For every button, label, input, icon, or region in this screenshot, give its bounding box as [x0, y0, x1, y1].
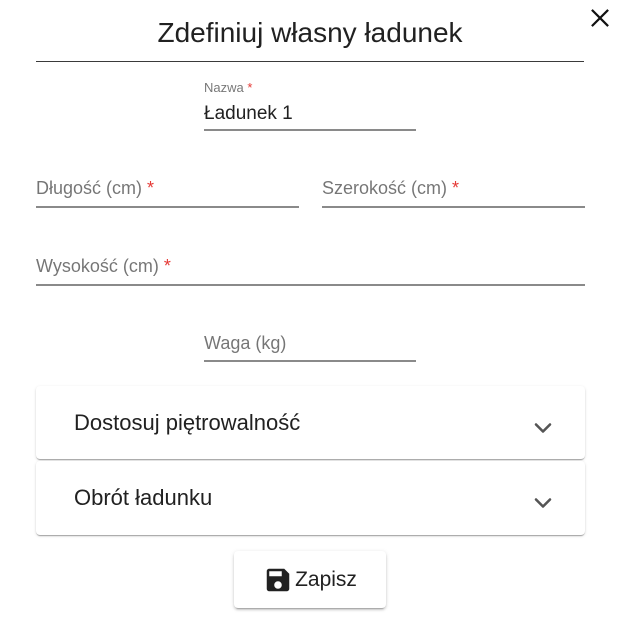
- height-field[interactable]: Wysokość (cm) *: [36, 250, 585, 286]
- stackability-panel-title: Dostosuj piętrowalność: [74, 410, 301, 435]
- save-label: Zapisz: [295, 567, 357, 591]
- custom-load-dialog: Zdefiniuj własny ładunek Nazwa * Długość…: [0, 0, 623, 625]
- length-input[interactable]: [36, 172, 299, 204]
- chevron-down-icon[interactable]: [531, 416, 555, 440]
- save-button[interactable]: Zapisz: [234, 551, 386, 608]
- floppy-disk-icon: [266, 568, 290, 591]
- rotation-panel-title: Obrót ładunku: [74, 485, 213, 510]
- weight-input[interactable]: [204, 327, 416, 359]
- rotation-panel[interactable]: Obrót ładunku: [36, 461, 585, 535]
- width-input[interactable]: [322, 172, 585, 204]
- length-underline: [36, 206, 299, 208]
- name-underline: [204, 129, 416, 131]
- width-field[interactable]: Szerokość (cm) *: [322, 172, 585, 208]
- stackability-panel[interactable]: Dostosuj piętrowalność: [36, 386, 585, 459]
- name-label: Nazwa *: [204, 80, 253, 95]
- required-mark: *: [247, 80, 253, 95]
- chevron-down-icon[interactable]: [531, 491, 555, 515]
- length-field[interactable]: Długość (cm) *: [36, 172, 299, 208]
- close-icon: [591, 9, 609, 27]
- width-underline: [322, 206, 585, 208]
- weight-underline: [204, 360, 416, 362]
- height-input[interactable]: [36, 250, 585, 282]
- close-button[interactable]: [586, 4, 614, 32]
- name-input[interactable]: [204, 102, 416, 126]
- height-underline: [36, 284, 585, 286]
- name-field[interactable]: Nazwa *: [204, 78, 416, 131]
- dialog-title: Zdefiniuj własny ładunek: [36, 14, 584, 62]
- weight-field[interactable]: Waga (kg): [204, 327, 416, 362]
